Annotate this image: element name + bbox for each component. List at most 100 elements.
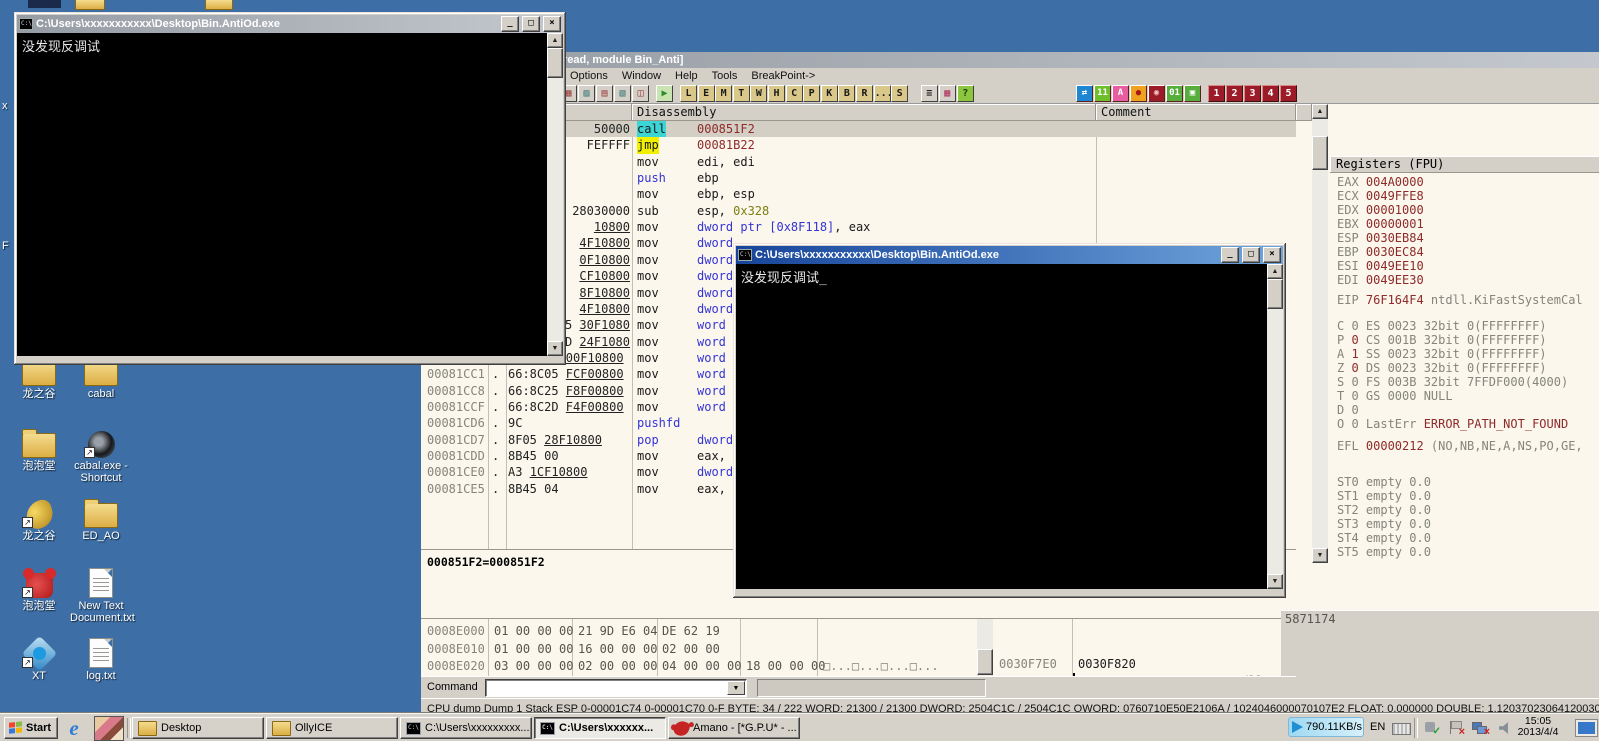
scrollbar-thumb[interactable] — [1267, 279, 1283, 309]
ie-quicklaunch-icon[interactable]: e — [62, 717, 86, 739]
desktop-icon[interactable]: ↗ 龙之谷 — [8, 494, 70, 542]
minimize-button[interactable]: _ — [501, 16, 519, 32]
toolbar-letter-T[interactable]: T — [733, 85, 750, 102]
keyboard-icon[interactable] — [1392, 723, 1411, 735]
console-window-1[interactable]: C:\ C:\Users\xxxxxxxxxxx\Desktop\Bin.Ant… — [14, 12, 566, 365]
dump-scrollbar[interactable]: ▼ — [977, 618, 993, 676]
column-header-comment[interactable]: Comment — [1096, 104, 1296, 121]
toolbar-number-3[interactable]: 3 — [1244, 85, 1261, 102]
toolbar-button[interactable]: ▧ — [614, 85, 631, 102]
toolbar-button[interactable]: 01 — [1166, 85, 1183, 102]
maximize-button[interactable]: □ — [1242, 247, 1260, 263]
register-line[interactable]: C 0 ES 0023 32bit 0(FFFFFFFF) — [1330, 319, 1599, 333]
command-combobox[interactable]: ▼ — [485, 679, 747, 697]
hexdump-row[interactable]: 0008E000 01 00 00 0021 9D E6 04DE 62 19 — [421, 623, 977, 641]
toolbar-letter-L[interactable]: L — [680, 85, 697, 102]
toolbar-button[interactable]: ▣ — [1184, 85, 1201, 102]
toolbar-button[interactable]: ? — [957, 85, 974, 102]
taskbar-button[interactable]: Amano - [*G.P.U* - ... — [668, 717, 800, 739]
register-line[interactable]: D 0 — [1330, 403, 1599, 417]
chevron-down-icon[interactable]: ▼ — [727, 681, 745, 695]
scroll-down-button[interactable]: ▼ — [1312, 548, 1328, 563]
register-line[interactable]: EFL 00000212 (NO,NB,NE,A,NS,PO,GE, — [1330, 439, 1599, 453]
usb-tray-icon[interactable]: ✓ — [1424, 721, 1440, 735]
register-line[interactable]: EIP 76F164F4 ntdll.KiFastSystemCal — [1330, 293, 1599, 307]
register-line[interactable]: ST2 empty 0.0 — [1330, 503, 1599, 517]
toolbar-button[interactable]: ◫ — [632, 85, 649, 102]
stack-row[interactable]: 0030F7E0 0030F820 — [993, 656, 1296, 673]
register-line[interactable]: ECX 0049FFE8 — [1330, 189, 1599, 203]
register-line[interactable]: O 0 LastErr ERROR_PATH_NOT_FOUND — [1330, 417, 1599, 431]
menu-item-help[interactable]: Help — [668, 70, 705, 82]
toolbar-letter-P[interactable]: P — [803, 85, 820, 102]
toolbar-button[interactable]: ● — [1130, 85, 1147, 102]
toolbar-button[interactable]: ▨ — [578, 85, 595, 102]
console-window-2[interactable]: C:\ C:\Users\xxxxxxxxxxx\Desktop\Bin.Ant… — [733, 243, 1286, 598]
register-line[interactable]: ST0 empty 0.0 — [1330, 475, 1599, 489]
register-line[interactable]: Z 0 DS 0023 32bit 0(FFFFFFFF) — [1330, 361, 1599, 375]
ollydbg-titlebar[interactable]: read, module Bin_Anti] — [421, 52, 1599, 68]
toolbar-letter-dotdotdot[interactable]: ... — [874, 85, 891, 102]
toolbar-letter-W[interactable]: W — [750, 85, 767, 102]
scroll-up-button[interactable]: ▲ — [1267, 264, 1283, 279]
toolbar-button[interactable]: 11 — [1094, 85, 1111, 102]
console1-titlebar[interactable]: C:\ C:\Users\xxxxxxxxxxx\Desktop\Bin.Ant… — [17, 15, 563, 33]
toolbar-letter-K[interactable]: K — [821, 85, 838, 102]
flag-tray-icon[interactable]: × — [1448, 721, 1464, 735]
console2-scrollbar[interactable]: ▲ ▼ — [1267, 264, 1283, 589]
console2-titlebar[interactable]: C:\ C:\Users\xxxxxxxxxxx\Desktop\Bin.Ant… — [736, 246, 1283, 264]
toolbar-letter-S[interactable]: S — [891, 85, 908, 102]
show-desktop-icon[interactable] — [1576, 720, 1597, 736]
toolbar-number-5[interactable]: 5 — [1280, 85, 1297, 102]
menu-item-tools[interactable]: Tools — [705, 70, 745, 82]
scroll-up-button[interactable]: ▲ — [1312, 104, 1328, 119]
toolbar-button[interactable]: ▦ — [939, 85, 956, 102]
network-disconnected-icon[interactable]: × — [1472, 721, 1488, 735]
console1-body[interactable]: 没发现反调试 ▲ ▼ — [17, 33, 563, 356]
console1-scrollbar[interactable]: ▲ ▼ — [547, 33, 563, 356]
clock[interactable]: 15:05 2013/4/4 — [1509, 716, 1567, 738]
toolbar-number-4[interactable]: 4 — [1262, 85, 1279, 102]
disassembly-scrollbar[interactable]: ▲ ▼ — [1312, 104, 1328, 563]
close-button[interactable]: × — [543, 16, 561, 32]
maximize-button[interactable]: □ — [522, 16, 540, 32]
taskbar-button[interactable]: OllyICE — [266, 717, 398, 739]
desktop-icon[interactable]: 泡泡堂 — [8, 424, 70, 472]
register-line[interactable]: EBX 00000001 — [1330, 217, 1599, 231]
toolbar-letter-B[interactable]: B — [838, 85, 855, 102]
hex-dump-pane[interactable]: 0008E000 01 00 00 0021 9D E6 04DE 62 19 … — [421, 618, 977, 676]
taskbar-button[interactable]: C:\C:\Users\xxxxxx... — [534, 717, 666, 739]
register-line[interactable]: P 0 CS 001B 32bit 0(FFFFFFFF) — [1330, 333, 1599, 347]
close-button[interactable]: × — [1263, 247, 1281, 263]
desktop-icon[interactable]: New Text Document.txt — [70, 564, 132, 624]
desktop-icon[interactable]: ED_AO — [70, 494, 132, 542]
toolbar-letter-M[interactable]: M — [715, 85, 732, 102]
scrollbar-thumb[interactable] — [1312, 136, 1328, 170]
register-line[interactable]: EDI 0049EE30 — [1330, 273, 1599, 287]
scroll-down-button[interactable]: ▼ — [1267, 574, 1283, 589]
register-line[interactable]: T 0 GS 0000 NULL — [1330, 389, 1599, 403]
toolbar-letter-R[interactable]: R — [856, 85, 873, 102]
toolbar-letter-H[interactable]: H — [768, 85, 785, 102]
scrollbar-thumb[interactable] — [547, 48, 563, 78]
toolbar-number-2[interactable]: 2 — [1226, 85, 1243, 102]
menu-item-options[interactable]: Options — [563, 70, 615, 82]
register-line[interactable]: S 0 FS 003B 32bit 7FFDF000(4000) — [1330, 375, 1599, 389]
desktop-icon[interactable]: ↗ cabal.exe - Shortcut — [70, 424, 132, 484]
column-header-disassembly[interactable]: Disassembly — [632, 104, 1096, 121]
scroll-down-button[interactable]: ▼ — [547, 341, 563, 356]
toolbar-button[interactable]: ▤ — [596, 85, 613, 102]
desktop-icon[interactable]: log.txt — [70, 634, 132, 682]
register-line[interactable]: ST4 empty 0.0 — [1330, 531, 1599, 545]
minimize-button[interactable]: _ — [1221, 247, 1239, 263]
menu-item-window[interactable]: Window — [615, 70, 668, 82]
console2-body[interactable]: 没发现反调试_ ▲ ▼ — [736, 264, 1283, 589]
taskbar-button[interactable]: C:\C:\Users\xxxxxxxxx... — [400, 717, 532, 739]
download-speed-badge[interactable]: 790.11KB/s — [1288, 717, 1364, 737]
stack-pane[interactable]: 0030F7E0 0030F820 0030F7E4 76F2B3F5 RETU… — [993, 618, 1296, 676]
toolbar-number-1[interactable]: 1 — [1208, 85, 1225, 102]
toolbar-button[interactable]: ≡ — [921, 85, 938, 102]
register-line[interactable]: EBP 0030EC84 — [1330, 245, 1599, 259]
anime-quicklaunch-icon[interactable] — [94, 716, 124, 741]
hexdump-row[interactable]: 0008E020 03 00 00 0002 00 00 0004 00 00 … — [421, 658, 977, 676]
